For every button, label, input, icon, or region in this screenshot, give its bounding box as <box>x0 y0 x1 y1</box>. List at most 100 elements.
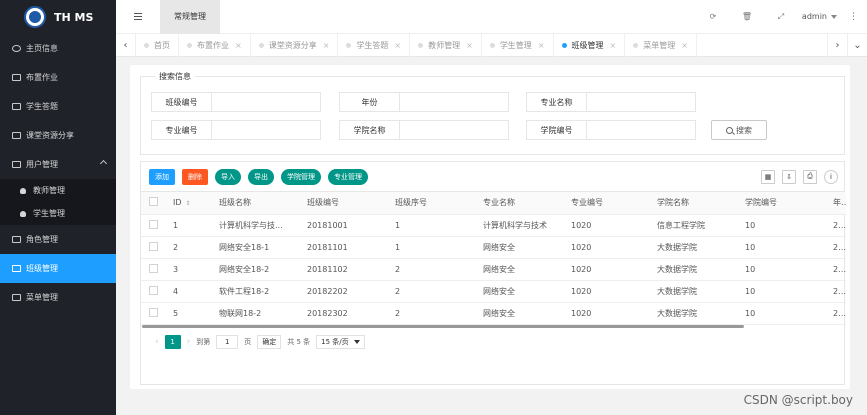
row-checkbox[interactable] <box>149 307 158 317</box>
tab-dot <box>418 42 424 48</box>
table-body: 1 计算机科学与技... 20181001 1 计算机科学与技术 1020 信息工程学院 10… <box>141 214 846 325</box>
sidebar-item-menus[interactable]: 菜单管理 <box>0 283 116 312</box>
row-checkbox[interactable] <box>149 285 158 295</box>
add-button[interactable]: 添加 <box>149 168 175 185</box>
columns-icon[interactable]: ▦ <box>761 169 775 184</box>
table-row[interactable]: 5物联网18-2201823022网络安全1020大数据学院102018 <box>141 302 846 325</box>
class-id-label: 班级编号 <box>151 92 211 112</box>
cell-class-id: 20181101 <box>299 236 387 259</box>
row-checkbox[interactable] <box>149 241 158 251</box>
user-name[interactable]: admin <box>802 12 827 21</box>
major-id-input[interactable] <box>211 120 321 140</box>
cell-college-id: 10 <box>737 214 825 237</box>
close-icon[interactable]: × <box>681 41 688 50</box>
table-row[interactable]: 4软件工程18-2201822022网络安全1020大数据学院102018 <box>141 280 846 303</box>
confirm-button[interactable]: 确定 <box>257 335 282 349</box>
sidebar-item-roles[interactable]: 角色管理 <box>0 225 116 254</box>
college-manage-button[interactable]: 学院管理 <box>281 168 321 185</box>
sidebar-item-users[interactable]: 用户管理 <box>0 150 116 179</box>
tabs-bar: ‹ 首页 布置作业 × 课堂资源分享 × 学生答题 × 教师管理 × 学生管理 × 班级管… <box>116 33 867 57</box>
table-row[interactable]: 1 计算机科学与技... 20181001 1 计算机科学与技术 1020 信息工程学院 10… <box>141 214 846 237</box>
horizontal-scrollbar[interactable] <box>142 325 845 329</box>
row-checkbox[interactable] <box>149 263 158 273</box>
select-all-checkbox[interactable] <box>149 197 158 207</box>
more-icon[interactable]: ⋮ <box>849 12 858 22</box>
sidebar-item-home[interactable]: 主页信息 <box>0 34 116 63</box>
cell-class-seq: 1 <box>387 236 475 259</box>
row-select-cell <box>141 236 165 259</box>
sidebar-item-homework[interactable]: 布置作业 <box>0 63 116 92</box>
table-row[interactable]: 2网络安全18-1201811011网络安全1020大数据学院102018 <box>141 236 846 259</box>
per-page-select[interactable]: 15 条/页 <box>316 335 365 349</box>
import-button[interactable]: 导入 <box>215 168 241 185</box>
table-row[interactable]: 3网络安全18-2201811022网络安全1020大数据学院102018 <box>141 258 846 281</box>
print-icon[interactable]: ⎙ <box>803 169 817 184</box>
prev-page-icon[interactable]: ‹ <box>155 337 159 347</box>
search-panel: 搜索信息 班级编号 年份 专业名称 专业编号 学院名称 学院编号 搜索 <box>140 71 845 155</box>
class-id-field: 班级编号 <box>151 92 321 112</box>
tab-classes[interactable]: 班级管理 × <box>554 33 626 57</box>
year-input[interactable] <box>399 92 509 112</box>
window-icon <box>12 132 21 139</box>
major-name-input[interactable] <box>586 92 696 112</box>
cell-college-name: 大数据学院 <box>649 280 737 303</box>
class-table: ID ⇕ 班级名称 班级编号 班级序号 专业名称 专业编号 学院名称 学院编号 年… <box>141 192 846 325</box>
export-icon[interactable]: ⇩ <box>782 169 796 184</box>
refresh-icon[interactable]: ⟳ <box>696 0 730 34</box>
current-page[interactable]: 1 <box>164 335 181 349</box>
tabs-prev-button[interactable]: ‹ <box>116 33 136 57</box>
scrollbar-thumb[interactable] <box>142 325 744 328</box>
cell-class-id: 20182202 <box>299 280 387 303</box>
tab-home[interactable]: 首页 <box>136 33 179 57</box>
tab-resources[interactable]: 课堂资源分享 × <box>251 33 339 57</box>
cell-major-name: 网络安全 <box>475 280 563 303</box>
info-icon[interactable]: i <box>824 169 838 184</box>
college-name-input[interactable] <box>399 120 509 140</box>
next-page-icon[interactable]: › <box>187 337 191 347</box>
close-icon[interactable]: × <box>466 41 473 50</box>
sidebar-item-classes[interactable]: 班级管理 <box>0 254 116 283</box>
trash-icon[interactable]: 🗑 <box>730 0 764 34</box>
sidebar-item-teachers[interactable]: 教师管理 <box>0 179 116 202</box>
header-tab[interactable]: 常规管理 <box>160 0 220 34</box>
total-count: 共 5 条 <box>287 338 311 346</box>
close-icon[interactable]: × <box>394 41 401 50</box>
cell-year: 2018 <box>825 258 846 281</box>
close-icon[interactable]: × <box>323 41 330 50</box>
close-icon[interactable]: × <box>538 41 545 50</box>
sidebar-item-answers[interactable]: 学生答题 <box>0 92 116 121</box>
fullscreen-icon[interactable]: ⤢ <box>764 0 798 34</box>
year-label: 年份 <box>339 92 399 112</box>
delete-button[interactable]: 删除 <box>182 168 208 185</box>
college-id-input[interactable] <box>586 120 696 140</box>
cell-college-id: 10 <box>737 280 825 303</box>
export-button[interactable]: 导出 <box>248 168 274 185</box>
close-icon[interactable]: × <box>610 41 617 50</box>
header-class-seq: 班级序号 <box>387 192 475 215</box>
tabs-menu-button[interactable]: ⌄ <box>847 33 867 57</box>
goto-page-input[interactable]: 1 <box>216 335 239 349</box>
tab-menus[interactable]: 菜单管理 × <box>625 33 697 57</box>
tab-answers[interactable]: 学生答题 × <box>338 33 411 57</box>
cell-class-name: 网络安全18-1 <box>211 236 299 259</box>
header-id[interactable]: ID ⇕ <box>165 192 211 215</box>
sidebar-item-resources[interactable]: 课堂资源分享 <box>0 121 116 150</box>
header-major-name: 专业名称 <box>475 192 563 215</box>
menu-toggle-button[interactable] <box>116 0 160 34</box>
tab-teachers[interactable]: 教师管理 × <box>410 33 482 57</box>
tab-homework[interactable]: 布置作业 × <box>179 33 251 57</box>
sort-icon[interactable]: ⇕ <box>186 200 191 207</box>
cell-id: 1 <box>165 214 211 237</box>
major-manage-button[interactable]: 专业管理 <box>328 168 368 185</box>
row-checkbox[interactable] <box>149 219 158 229</box>
header: 常规管理 ⟳ 🗑 ⤢ admin ⋮ <box>116 0 867 34</box>
close-icon[interactable]: × <box>235 41 242 50</box>
header-college-id: 学院编号 <box>737 192 825 215</box>
sidebar-item-students[interactable]: 学生管理 <box>0 202 116 225</box>
tabs-next-button[interactable]: › <box>827 33 847 57</box>
search-button[interactable]: 搜索 <box>711 120 767 140</box>
cell-class-seq: 2 <box>387 280 475 303</box>
tab-students[interactable]: 学生管理 × <box>482 33 554 57</box>
class-id-input[interactable] <box>211 92 321 112</box>
cell-year: 2018 <box>825 236 846 259</box>
